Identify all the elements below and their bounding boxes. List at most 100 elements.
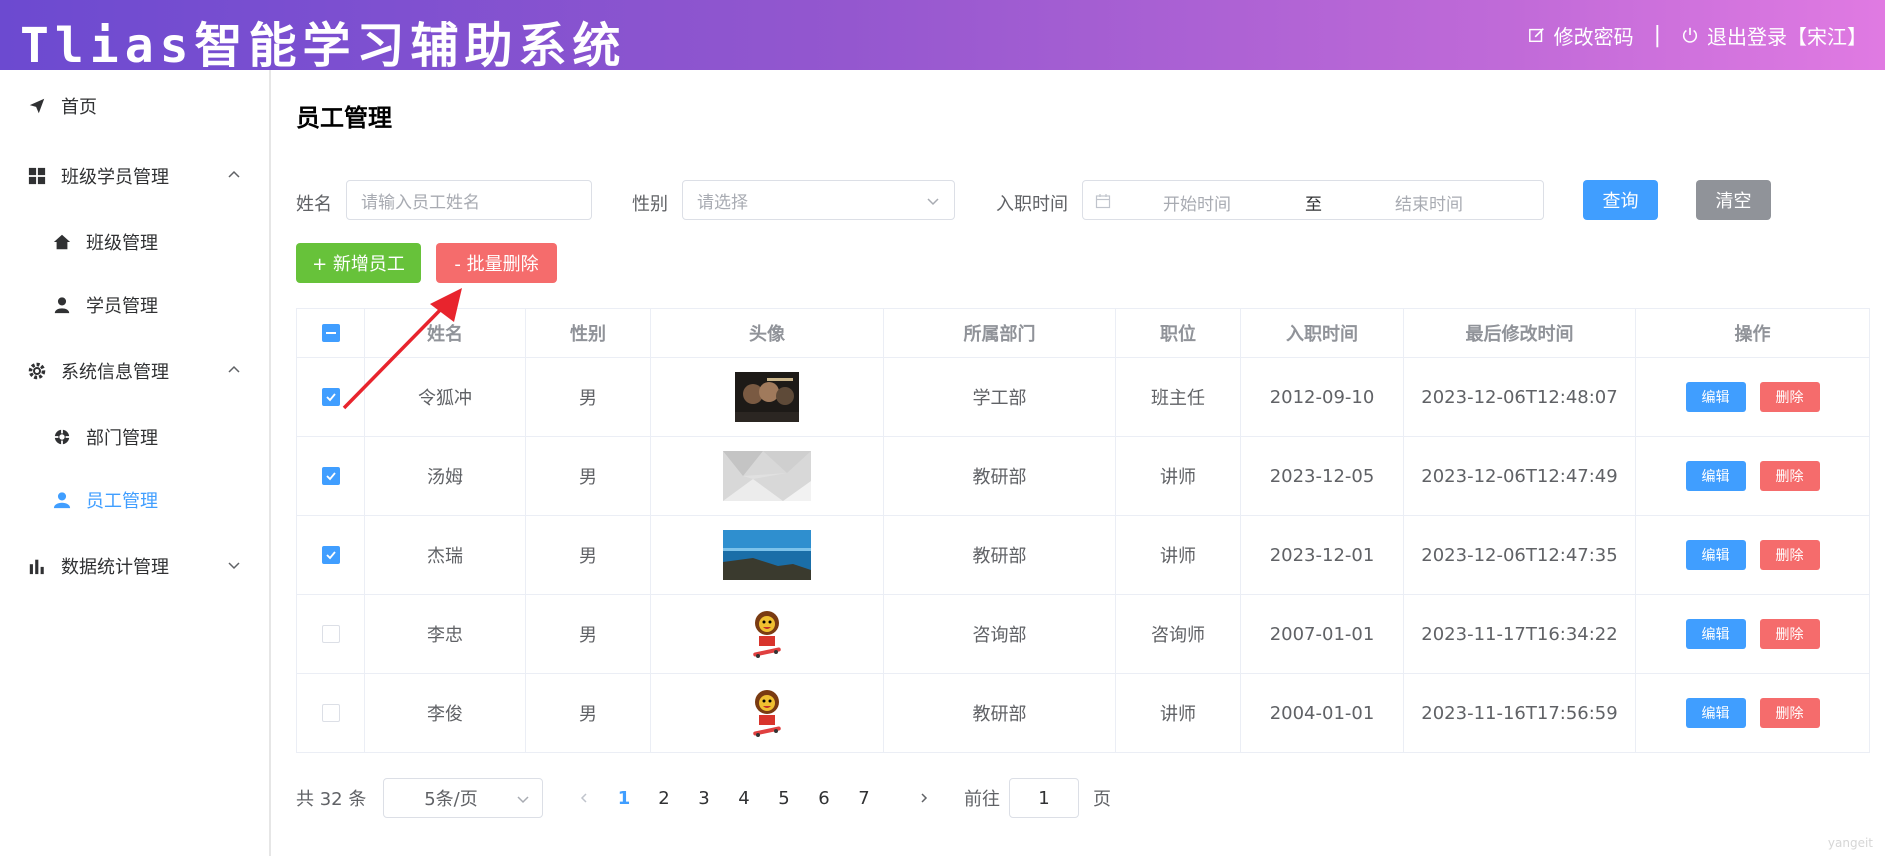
sidebar-item-home[interactable]: 首页	[0, 78, 269, 134]
add-employee-button[interactable]: + 新增员工	[296, 243, 421, 283]
sidebar-item-label: 系统信息管理	[61, 362, 169, 383]
select-all-cell	[297, 309, 365, 357]
page-number[interactable]: 7	[849, 778, 879, 818]
column-header-job[interactable]: 职位	[1116, 309, 1241, 357]
edit-button[interactable]: 编辑	[1685, 619, 1746, 649]
date-range-separator: 至	[1305, 195, 1322, 215]
delete-button[interactable]: 删除	[1759, 382, 1820, 412]
change-password-link[interactable]: 修改密码	[1528, 21, 1634, 50]
sidebar-item-department-management[interactable]: 部门管理	[0, 409, 269, 465]
page-number[interactable]: 2	[649, 778, 679, 818]
row-checkbox[interactable]	[321, 467, 340, 485]
paper-plane-icon	[27, 96, 47, 116]
select-all-checkbox[interactable]	[321, 324, 340, 342]
column-header-department[interactable]: 所属部门	[884, 309, 1116, 357]
column-header-gender[interactable]: 性别	[526, 309, 651, 357]
page-number[interactable]: 6	[809, 778, 839, 818]
row-checkbox[interactable]	[321, 546, 340, 564]
edit-button[interactable]: 编辑	[1685, 382, 1746, 412]
entry-date-filter-label: 入职时间	[996, 194, 1068, 215]
goto-page-input[interactable]: 1	[1009, 778, 1079, 818]
delete-button[interactable]: 删除	[1759, 619, 1820, 649]
entry-date-range-picker[interactable]: 开始时间 至 结束时间	[1082, 180, 1544, 220]
name-search-placeholder: 请输入员工姓名	[361, 192, 480, 213]
employee-entry-date: 2007-01-01	[1241, 595, 1404, 673]
edit-button[interactable]: 编辑	[1685, 540, 1746, 570]
sidebar-item-employee-management[interactable]: 员工管理	[0, 472, 269, 528]
page-number[interactable]: 5	[769, 778, 799, 818]
page-numbers: 1234567	[609, 778, 889, 818]
employee-table: 姓名 性别 头像 所属部门 职位 入职时间 最后修改时间 操作 令狐冲男 学工部班…	[296, 308, 1870, 753]
sidebar-item-label: 数据统计管理	[61, 557, 169, 578]
edit-button[interactable]: 编辑	[1685, 461, 1746, 491]
gender-select[interactable]: 请选择	[682, 180, 955, 220]
table-body: 令狐冲男学工部 班主任 2012-09-10 2023-12-06T12:48:07 编…	[297, 358, 1869, 752]
employee-department: 教研部	[884, 516, 1116, 594]
employee-job: 咨询师	[1116, 595, 1241, 673]
table-row: 汤姆男教研部 讲师 2023-12-05 2023-12-06T12:47:49 编辑删…	[297, 437, 1869, 516]
power-icon	[1682, 27, 1698, 43]
edit-button[interactable]: 编辑	[1685, 698, 1746, 728]
chevron-down-icon	[927, 198, 939, 206]
sidebar-group-class-student[interactable]: 班级学员管理	[0, 148, 269, 204]
employee-gender: 男	[526, 516, 651, 594]
date-start-placeholder: 开始时间	[1163, 195, 1231, 215]
employee-department: 学工部	[884, 358, 1116, 436]
goto-page-value: 1	[1038, 787, 1050, 809]
delete-button[interactable]: 删除	[1759, 461, 1820, 491]
prev-page-button[interactable]	[569, 778, 599, 818]
sidebar-group-system-info[interactable]: 系统信息管理	[0, 343, 269, 399]
page-number[interactable]: 4	[729, 778, 759, 818]
row-select-cell	[297, 437, 365, 515]
page-size-select[interactable]: 5条/页	[383, 778, 543, 818]
sidebar-item-class-management[interactable]: 班级管理	[0, 214, 269, 270]
page-number[interactable]: 1	[609, 778, 639, 818]
logout-label: 退出登录【宋江】	[1707, 24, 1867, 49]
clear-button[interactable]: 清空	[1696, 180, 1771, 220]
row-select-cell	[297, 595, 365, 673]
row-checkbox[interactable]	[321, 704, 340, 722]
employee-update-time: 2023-12-06T12:48:07	[1404, 358, 1636, 436]
employee-name: 汤姆	[365, 437, 526, 515]
logout-link[interactable]: 退出登录【宋江】	[1681, 21, 1867, 50]
aim-icon	[52, 427, 72, 447]
gear-icon	[27, 361, 47, 381]
delete-button[interactable]: 删除	[1759, 698, 1820, 728]
sidebar-item-student-management[interactable]: 学员管理	[0, 277, 269, 333]
column-header-avatar[interactable]: 头像	[651, 309, 884, 357]
calendar-icon	[1095, 194, 1111, 209]
row-checkbox[interactable]	[321, 625, 340, 643]
total-count: 共 32 条	[296, 789, 367, 810]
sidebar-item-label: 部门管理	[86, 428, 158, 449]
column-header-entry-date[interactable]: 入职时间	[1241, 309, 1404, 357]
name-search-input[interactable]: 请输入员工姓名	[346, 180, 592, 220]
employee-job: 讲师	[1116, 516, 1241, 594]
column-header-update-time[interactable]: 最后修改时间	[1404, 309, 1636, 357]
table-header-row: 姓名 性别 头像 所属部门 职位 入职时间 最后修改时间 操作	[297, 309, 1869, 358]
column-header-name[interactable]: 姓名	[365, 309, 526, 357]
name-filter-label: 姓名	[296, 194, 332, 215]
query-button[interactable]: 查询	[1583, 180, 1658, 220]
page-number[interactable]: 3	[689, 778, 719, 818]
row-checkbox[interactable]	[321, 388, 340, 406]
user-icon	[52, 295, 72, 315]
batch-delete-button[interactable]: - 批量删除	[436, 243, 557, 283]
page-title: 员工管理	[296, 104, 392, 132]
row-actions-cell: 编辑 删除	[1636, 674, 1869, 752]
employee-job: 班主任	[1116, 358, 1241, 436]
employee-avatar-image	[749, 609, 785, 659]
avatar-icon	[52, 490, 72, 510]
row-actions-cell: 编辑 删除	[1636, 516, 1869, 594]
employee-job: 讲师	[1116, 437, 1241, 515]
row-actions-cell: 编辑 删除	[1636, 437, 1869, 515]
sidebar-group-statistics[interactable]: 数据统计管理	[0, 538, 269, 594]
row-select-cell	[297, 516, 365, 594]
employee-gender: 男	[526, 358, 651, 436]
date-end-placeholder: 结束时间	[1395, 195, 1463, 215]
column-header-actions: 操作	[1734, 324, 1771, 345]
employee-gender: 男	[526, 437, 651, 515]
table-row: 李俊男教研部 讲师 2004-01-01 2023-11-16T17:56:59 编辑删…	[297, 674, 1869, 752]
app-header: Tlias智能学习辅助系统 修改密码 | 退出登录【宋江】	[0, 0, 1885, 74]
delete-button[interactable]: 删除	[1759, 540, 1820, 570]
next-page-button[interactable]	[909, 778, 939, 818]
